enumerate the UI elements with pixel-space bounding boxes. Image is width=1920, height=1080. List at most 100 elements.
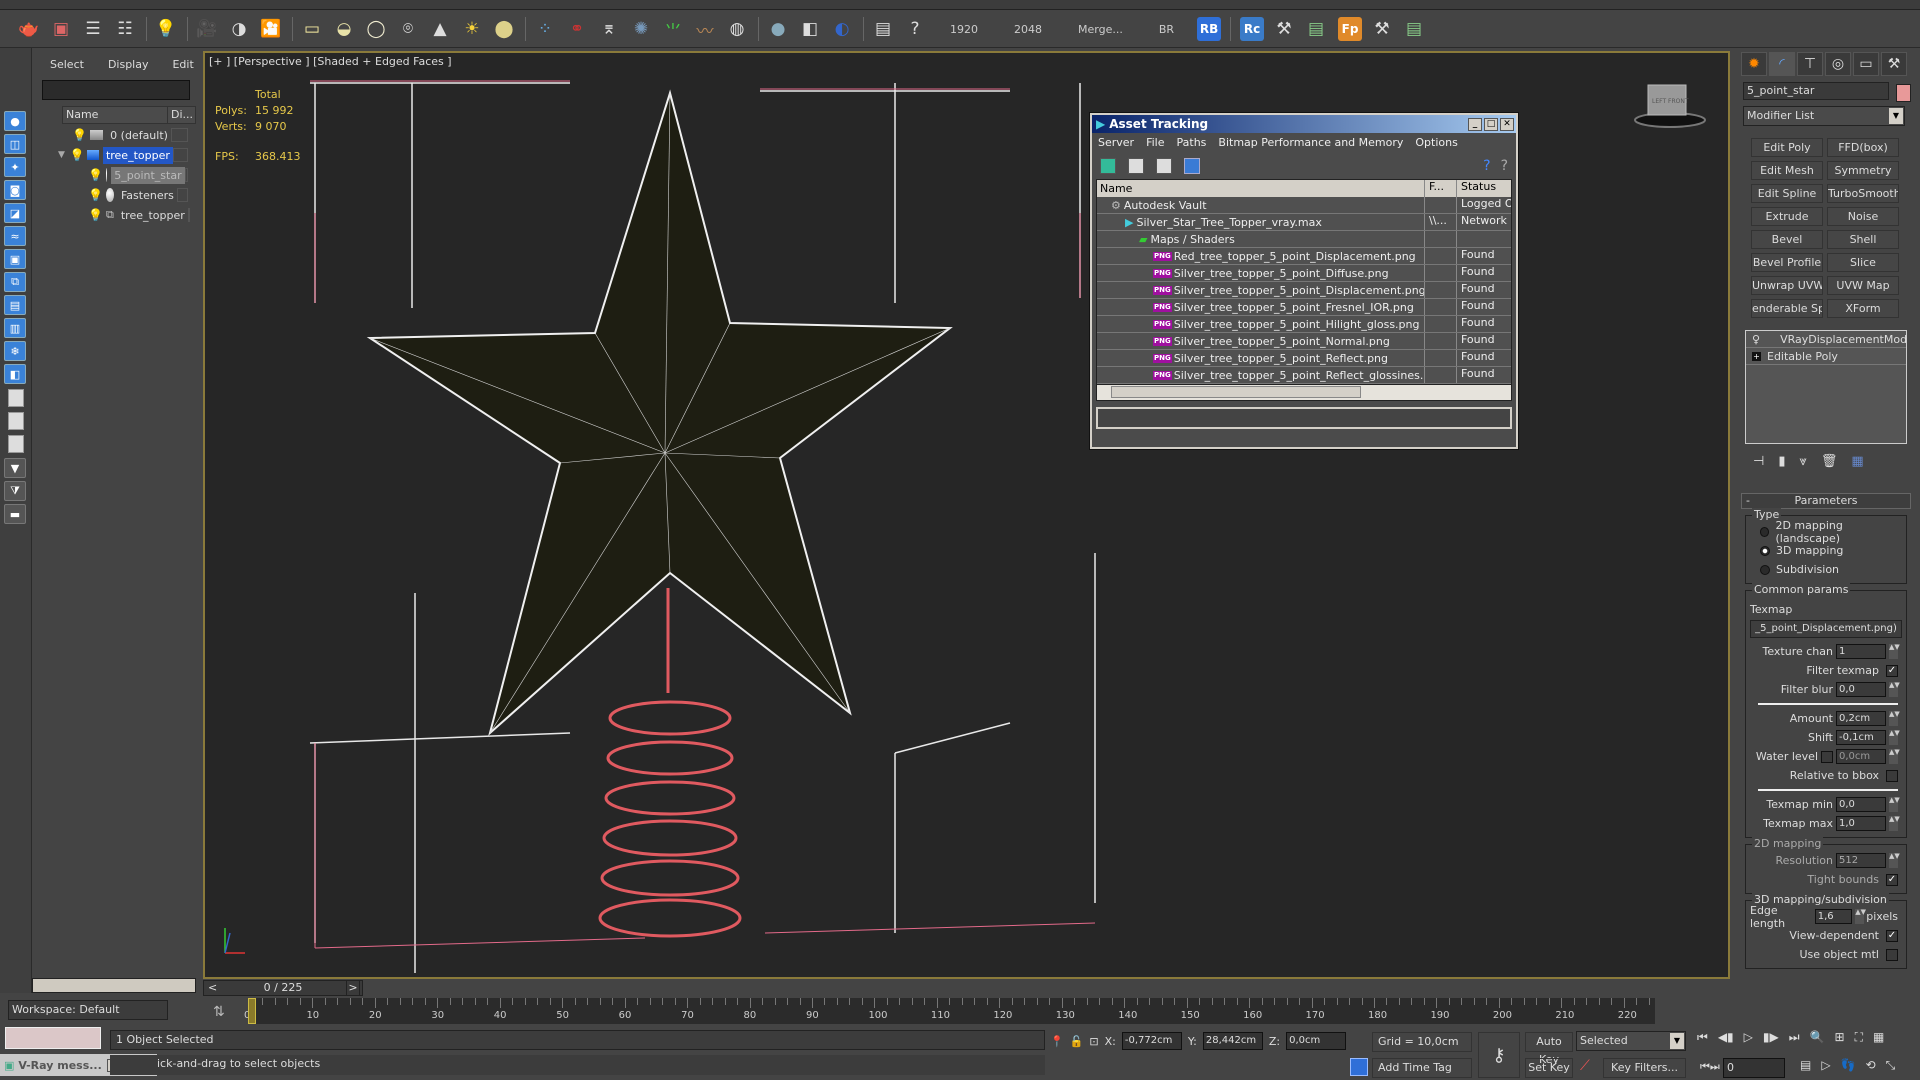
list-view-icon[interactable] bbox=[1128, 158, 1144, 174]
modify-tab-icon[interactable]: ◜ bbox=[1769, 52, 1795, 76]
tree-row[interactable]: 💡 0 (default) bbox=[32, 125, 196, 145]
modifier-button-turbosmooth[interactable]: TurboSmooth bbox=[1827, 184, 1899, 203]
explorer-search-input[interactable] bbox=[42, 80, 190, 100]
relative-bbox-checkbox[interactable] bbox=[1886, 769, 1898, 782]
radio-2d-mapping[interactable]: 2D mapping (landscape) bbox=[1750, 519, 1902, 545]
modifier-button-bevel-profile[interactable]: Bevel Profile bbox=[1751, 253, 1823, 272]
camera-physical-icon[interactable]: 🎦 bbox=[256, 15, 286, 43]
layer-manager-icon[interactable]: ▤ bbox=[868, 15, 898, 43]
spinner[interactable]: ▲▼ bbox=[1889, 797, 1900, 812]
set-key-button[interactable]: Set Key bbox=[1525, 1058, 1573, 1078]
tree-row[interactable]: 💡 Fasteners bbox=[32, 185, 196, 205]
column-name[interactable]: Name bbox=[63, 107, 167, 123]
amount-input[interactable]: 0,2cm bbox=[1836, 711, 1886, 726]
display-all-icon[interactable] bbox=[8, 389, 24, 407]
modifier-button-bevel[interactable]: Bevel bbox=[1751, 230, 1823, 249]
parameters-rollout-header[interactable]: - Parameters bbox=[1741, 493, 1911, 509]
set-keys-key-icon[interactable]: ⚷ bbox=[1478, 1032, 1520, 1078]
geometry-filter-icon[interactable]: ● bbox=[4, 111, 26, 131]
sync-selection-icon[interactable]: ▬ bbox=[4, 504, 26, 524]
menu-server[interactable]: Server bbox=[1098, 136, 1134, 150]
resolution-input[interactable]: 512 bbox=[1836, 853, 1886, 868]
go-to-start-icon[interactable]: ⏮ bbox=[1697, 1030, 1708, 1045]
tree-row[interactable]: 💡 5_point_star bbox=[32, 165, 196, 185]
tree-row[interactable]: 💡 ⧉ tree_topper bbox=[32, 205, 196, 225]
tower-icon[interactable]: ⌆ bbox=[594, 15, 624, 43]
tight-bounds-checkbox[interactable]: ✓ bbox=[1886, 873, 1898, 886]
current-frame-input[interactable]: 0 bbox=[1723, 1058, 1785, 1078]
previous-frame-icon[interactable]: ◀▮ bbox=[1718, 1030, 1734, 1045]
asset-row[interactable]: ▶ Silver_Star_Tree_Topper_vray.max \\... Ne… bbox=[1097, 214, 1511, 231]
spinner[interactable]: ▲▼ bbox=[1889, 644, 1900, 659]
zoom-extents-all-icon[interactable]: ▦ bbox=[1873, 1030, 1884, 1045]
object-color-swatch[interactable] bbox=[1896, 84, 1911, 102]
star-wireframe[interactable] bbox=[366, 89, 953, 736]
tree-row[interactable]: ▼ 💡 tree_topper bbox=[32, 145, 196, 165]
spring-wireframe[interactable] bbox=[598, 588, 742, 938]
spacewarps-filter-icon[interactable]: ≈ bbox=[4, 226, 26, 246]
orbit-icon[interactable]: ⟲ bbox=[1866, 1058, 1876, 1073]
camera-icon[interactable]: 🎥 bbox=[192, 15, 222, 43]
modifier-button-xform[interactable]: XForm bbox=[1827, 299, 1899, 318]
spinner[interactable]: ▲▼ bbox=[1889, 816, 1900, 831]
key-mode-toggle-icon[interactable]: ⏮⏭ bbox=[1700, 1060, 1720, 1074]
display-box-icon[interactable] bbox=[176, 188, 188, 202]
display-box-icon[interactable] bbox=[184, 168, 188, 182]
col-full-path[interactable]: F... bbox=[1425, 180, 1457, 197]
molecule-icon[interactable]: ⚭ bbox=[562, 15, 592, 43]
timeline-track[interactable]: 0102030405060708090100110120130140150160… bbox=[244, 998, 1655, 1024]
texmap-max-input[interactable]: 1,0 bbox=[1836, 816, 1886, 831]
helpers-filter-icon[interactable]: ◪ bbox=[4, 203, 26, 223]
hair-icon[interactable]: 〰 bbox=[690, 15, 720, 43]
sphere-light-icon[interactable]: ◯ bbox=[361, 15, 391, 43]
add-time-tag-button[interactable]: Add Time Tag bbox=[1372, 1058, 1472, 1078]
advanced-filter-icon[interactable]: ⧩ bbox=[4, 481, 26, 501]
light-list-icon[interactable]: 💡 bbox=[151, 15, 181, 43]
asset-row[interactable]: PNG Silver_tree_topper_5_point_Fresnel_IO… bbox=[1097, 299, 1511, 316]
modifier-button-shell[interactable]: Shell bbox=[1827, 230, 1899, 249]
resolution-height-button[interactable]: 2048 bbox=[996, 23, 1060, 36]
modifier-button-ffd-box-[interactable]: FFD(box) bbox=[1827, 138, 1899, 157]
water-level-input[interactable]: 0,0cm bbox=[1836, 749, 1886, 764]
isolate-icon[interactable]: 📍 bbox=[1050, 1035, 1064, 1048]
stack-item-editable-poly[interactable]: + Editable Poly bbox=[1746, 348, 1906, 365]
refresh-icon[interactable] bbox=[1100, 158, 1116, 174]
view-dependent-checkbox[interactable]: ✓ bbox=[1886, 929, 1898, 942]
play-icon[interactable]: ▷ bbox=[1744, 1030, 1753, 1045]
go-to-end-icon[interactable]: ⏭ bbox=[1789, 1030, 1800, 1045]
merge-button[interactable]: Merge... bbox=[1060, 23, 1141, 36]
ies-light-icon[interactable]: ⌾ bbox=[393, 15, 423, 43]
x-coordinate-input[interactable]: -0,772cm bbox=[1121, 1032, 1182, 1050]
teapot-icon[interactable]: 🫖 bbox=[14, 15, 44, 43]
asset-row[interactable]: PNG Silver_tree_topper_5_point_Diffuse.pn… bbox=[1097, 265, 1511, 282]
tree-view-icon[interactable] bbox=[1156, 158, 1172, 174]
utilities-tab-icon[interactable]: ⚒ bbox=[1881, 52, 1907, 76]
visibility-bulb-icon[interactable]: 💡 bbox=[88, 208, 103, 222]
explorer-menu-edit[interactable]: Edit bbox=[172, 58, 193, 80]
plane-light-icon[interactable]: ▭ bbox=[297, 15, 327, 43]
camera-target-icon[interactable]: ◑ bbox=[224, 15, 254, 43]
asset-horizontal-scrollbar[interactable] bbox=[1097, 384, 1511, 400]
modifier-button-uvw-map[interactable]: UVW Map bbox=[1827, 276, 1899, 295]
spinner[interactable]: ▲▼ bbox=[1889, 749, 1900, 764]
configure-sets-icon[interactable]: ▦ bbox=[1851, 454, 1863, 469]
modifier-button-enderable-splin[interactable]: enderable Splin bbox=[1751, 299, 1823, 318]
sphere-icon[interactable]: ⬤ bbox=[489, 15, 519, 43]
edge-length-input[interactable]: 1,6 bbox=[1814, 909, 1853, 924]
motion-tab-icon[interactable]: ◎ bbox=[1825, 52, 1851, 76]
modifier-button-symmetry[interactable]: Symmetry bbox=[1827, 161, 1899, 180]
show-end-result-icon[interactable]: ▮ bbox=[1778, 454, 1785, 469]
rock-icon[interactable]: ✺ bbox=[626, 15, 656, 43]
display-none-icon[interactable] bbox=[8, 412, 24, 430]
spinner[interactable]: ▲▼ bbox=[1889, 682, 1900, 697]
modifier-button-unwrap-uvw[interactable]: Unwrap UVW bbox=[1751, 276, 1823, 295]
zoom-icon[interactable]: 🔍 bbox=[1810, 1030, 1825, 1045]
filter-blur-input[interactable]: 0,0 bbox=[1836, 682, 1886, 697]
col-status[interactable]: Status bbox=[1457, 180, 1511, 197]
modifier-button-edit-mesh[interactable]: Edit Mesh bbox=[1751, 161, 1823, 180]
chevron-down-icon[interactable]: ▼ bbox=[1670, 1033, 1684, 1049]
walk-through-icon[interactable]: 👣 bbox=[1841, 1058, 1856, 1073]
z-coordinate-input[interactable]: 0,0cm bbox=[1286, 1032, 1347, 1050]
asset-tracking-titlebar[interactable]: ▶ Asset Tracking _ □ ✕ bbox=[1092, 115, 1516, 133]
vray-sphere-icon[interactable]: ● bbox=[763, 15, 793, 43]
